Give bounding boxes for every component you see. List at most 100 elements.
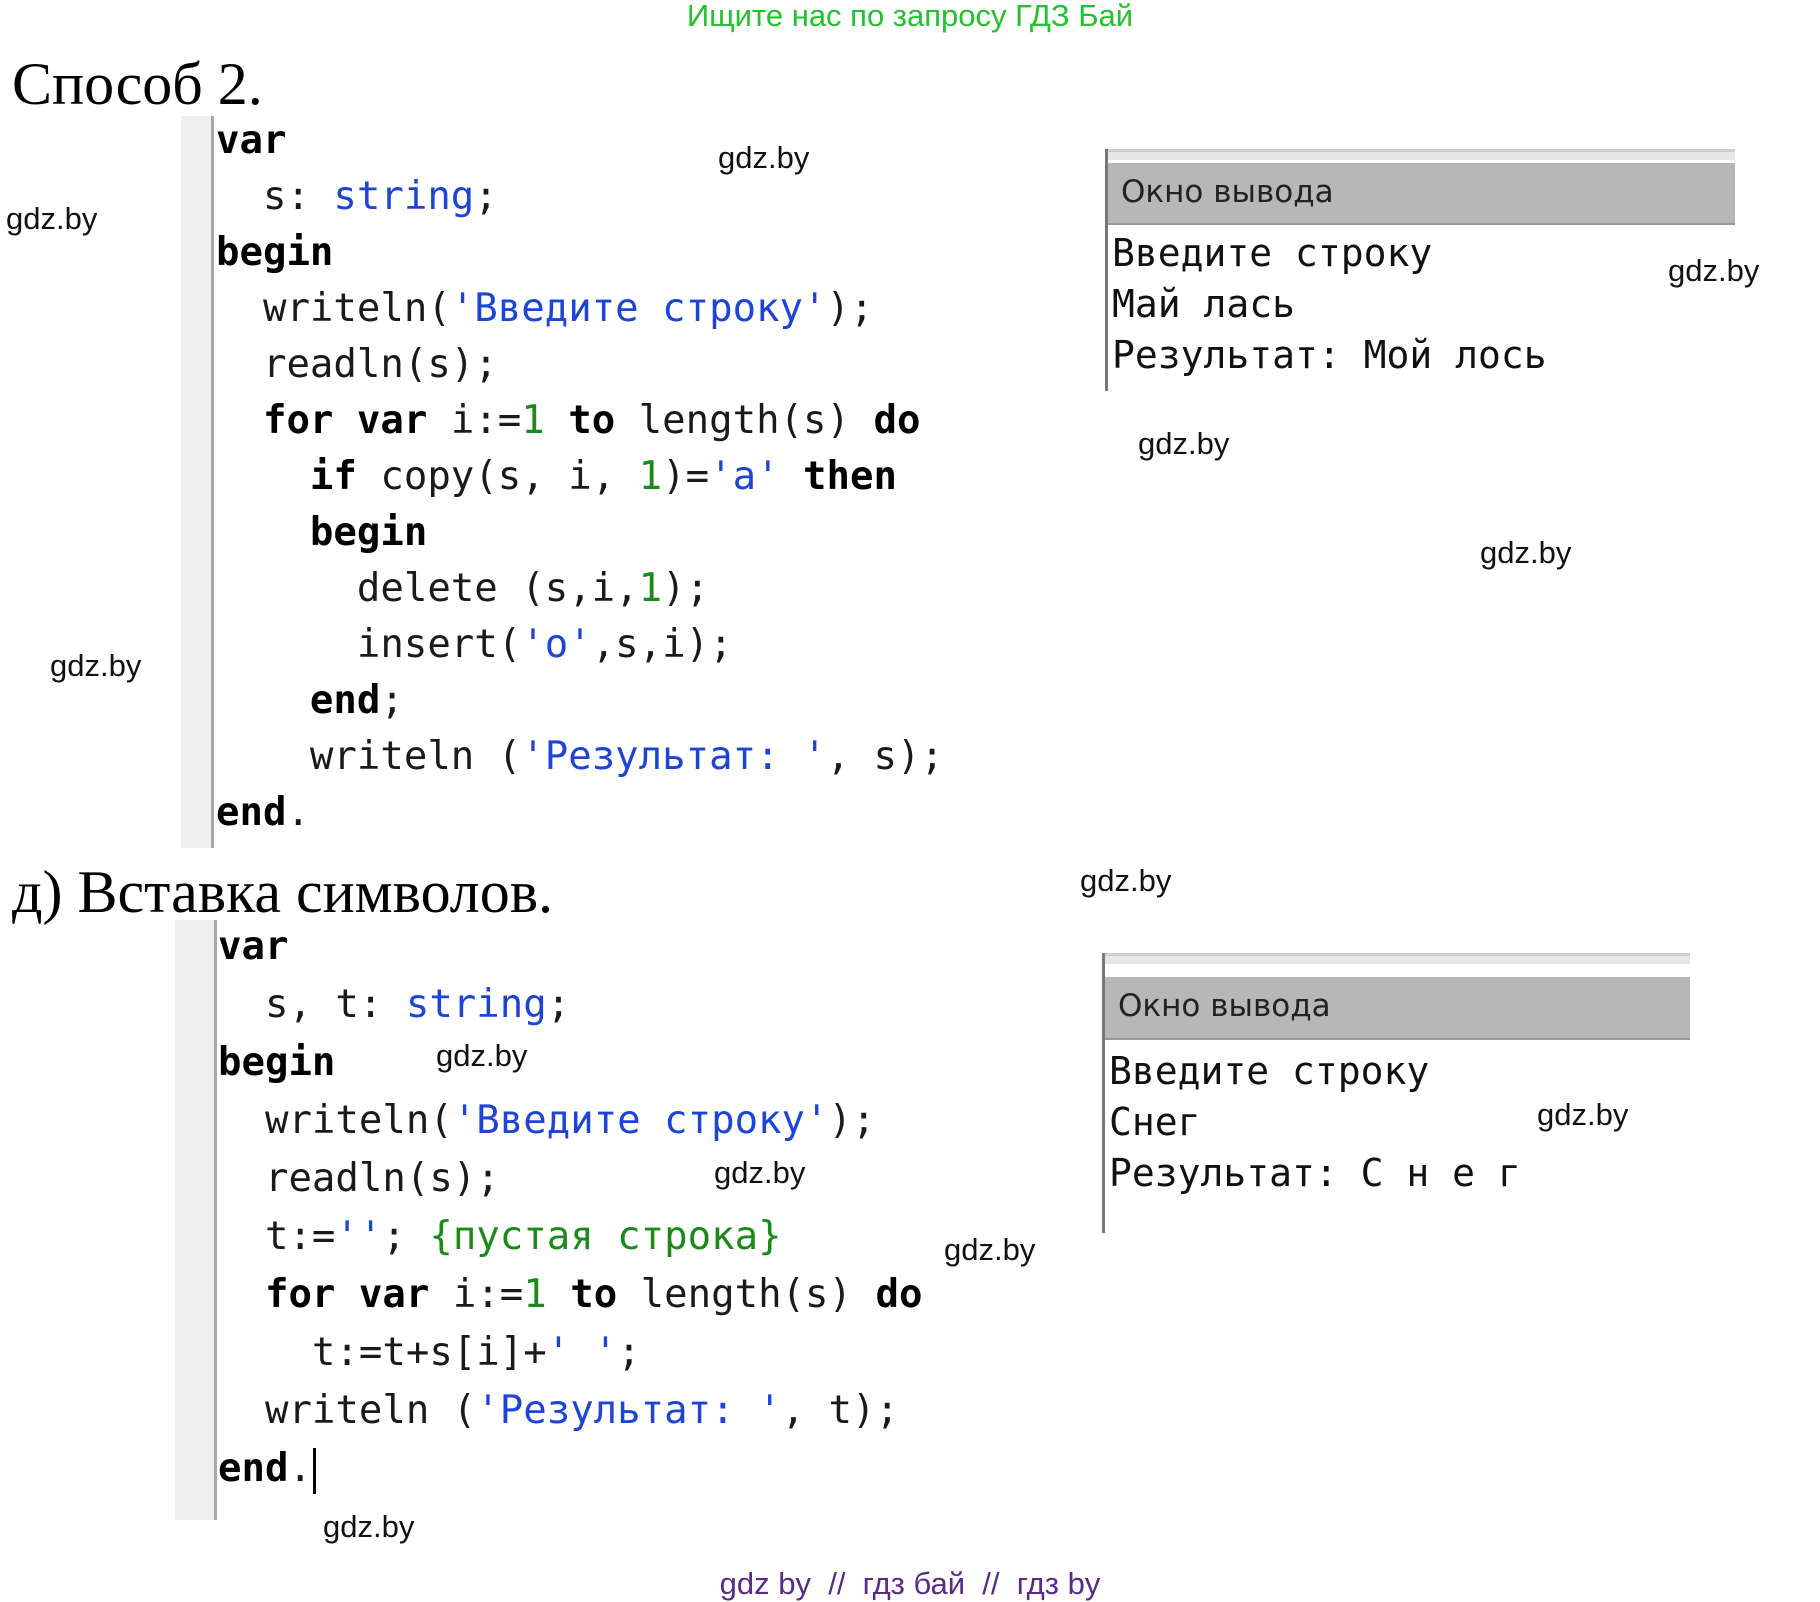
output-window-border xyxy=(1102,953,1105,1233)
code-line: for var i:=1 to length(s) do xyxy=(216,393,944,449)
output-line: Введите строку xyxy=(1109,1049,1430,1093)
code-token: ; xyxy=(382,1214,430,1259)
code-line: end. xyxy=(216,785,944,841)
code-token: var xyxy=(216,118,287,163)
output-window-text: Введите строку Снег Результат: С н е г xyxy=(1109,1046,1521,1199)
code-token: ; xyxy=(617,1330,641,1375)
code-token: ; xyxy=(380,678,404,723)
code-token: . xyxy=(286,790,310,835)
code-line: writeln('Введите строку'); xyxy=(218,1092,922,1150)
code-token: t:=t+s[i]+ xyxy=(218,1330,547,1375)
code-token: length(s) xyxy=(617,1272,876,1317)
code-token: for var xyxy=(262,398,428,443)
code-line: var xyxy=(218,918,922,976)
section-heading-method-2: Способ 2. xyxy=(12,51,263,117)
code-token: , s); xyxy=(826,734,944,779)
code-token: readln(s); xyxy=(218,1156,500,1201)
code-token: s, t: xyxy=(218,982,406,1027)
watermark: gdz.by xyxy=(714,1155,806,1190)
code-line: if copy(s, i, 1)='a' then xyxy=(216,449,944,505)
code-token: writeln( xyxy=(218,1098,453,1143)
code-token: begin xyxy=(218,1040,336,1085)
code-token: writeln ( xyxy=(218,1388,477,1433)
watermark: gdz.by xyxy=(1480,535,1572,570)
code-token: 'Введите строку' xyxy=(450,286,827,331)
code-token: 1 xyxy=(638,454,663,499)
code-line: writeln ('Результат: ', s); xyxy=(216,729,944,785)
code-token: ; xyxy=(546,982,571,1027)
watermark: gdz.by xyxy=(6,201,98,236)
watermark: gdz.by xyxy=(1668,253,1760,288)
code-block-method-2: var s: string; begin writeln('Введите стр… xyxy=(216,113,944,841)
code-token: 'Результат: ' xyxy=(476,1388,782,1433)
code-line: begin xyxy=(218,1034,922,1092)
code-line: insert('o',s,i); xyxy=(216,617,944,673)
editor-gutter xyxy=(175,920,215,1520)
code-token: 'Введите строку' xyxy=(452,1098,829,1143)
code-token: delete (s,i, xyxy=(216,566,639,611)
footer-links[interactable]: gdz by // гдз бай // гдз by xyxy=(0,1566,1820,1602)
code-token: {пустая строка} xyxy=(429,1214,782,1259)
code-line: var xyxy=(216,113,944,169)
code-token: 'Результат: ' xyxy=(521,734,827,779)
output-line: Снег xyxy=(1109,1100,1201,1144)
code-line: begin xyxy=(216,505,944,561)
code-token: for var xyxy=(264,1272,430,1317)
output-window-title: Окно вывода xyxy=(1104,977,1690,1040)
editor-gutter-border xyxy=(211,116,214,848)
output-window-text: Введите строку Май лась Результат: Мой лос… xyxy=(1112,228,1547,381)
code-token: 1 xyxy=(523,1272,547,1317)
code-token: ,s,i); xyxy=(591,622,733,667)
code-token: ); xyxy=(662,566,710,611)
code-token: ); xyxy=(826,286,874,331)
code-line: s, t: string; xyxy=(218,976,922,1034)
code-token: i:= xyxy=(429,1272,524,1317)
code-token: do xyxy=(875,1272,923,1317)
output-line: Результат: С н е г xyxy=(1109,1151,1521,1195)
code-line: readln(s); xyxy=(216,337,944,393)
code-token: string xyxy=(405,982,547,1027)
output-window-top-edge xyxy=(1104,953,1690,964)
code-line: writeln('Введите строку'); xyxy=(216,281,944,337)
editor-gutter xyxy=(181,116,212,848)
code-token: do xyxy=(873,398,921,443)
code-token: s: xyxy=(216,174,334,219)
code-line: t:=''; {пустая строка} xyxy=(218,1208,922,1266)
code-line: delete (s,i,1); xyxy=(216,561,944,617)
code-token: writeln( xyxy=(216,286,451,331)
code-token: ' ' xyxy=(546,1330,618,1375)
watermark: gdz.by xyxy=(323,1509,415,1544)
section-heading-insert-symbols: д) Вставка символов. xyxy=(12,859,554,925)
code-token: begin xyxy=(309,510,428,555)
code-token: then xyxy=(803,454,897,499)
code-line: s: string; xyxy=(216,169,944,225)
code-line: readln(s); xyxy=(218,1150,922,1208)
output-line: Май лась xyxy=(1112,282,1296,326)
output-line: Результат: Мой лось xyxy=(1112,333,1547,377)
watermark: gdz.by xyxy=(1138,426,1230,461)
top-banner[interactable]: Ищите нас по запросу ГДЗ Бай xyxy=(0,0,1820,34)
code-token: begin xyxy=(216,230,334,275)
code-token: insert( xyxy=(216,622,522,667)
text-cursor xyxy=(312,1447,316,1494)
watermark: gdz.by xyxy=(50,648,142,683)
code-token: end xyxy=(309,678,381,723)
output-window-border xyxy=(1105,149,1108,391)
code-token: . xyxy=(288,1446,312,1491)
code-token: var xyxy=(218,924,289,969)
watermark: gdz.by xyxy=(944,1232,1036,1267)
code-token: t:= xyxy=(218,1214,336,1259)
code-line: t:=t+s[i]+' '; xyxy=(218,1324,922,1382)
output-window-title: Окно вывода xyxy=(1107,163,1735,225)
code-block-insert-symbols: var s, t: string; begin writeln('Введите … xyxy=(218,918,922,1498)
code-line: for var i:=1 to length(s) do xyxy=(218,1266,922,1324)
code-token: end xyxy=(216,790,287,835)
code-token: ; xyxy=(474,174,498,219)
code-token: '' xyxy=(335,1214,383,1259)
